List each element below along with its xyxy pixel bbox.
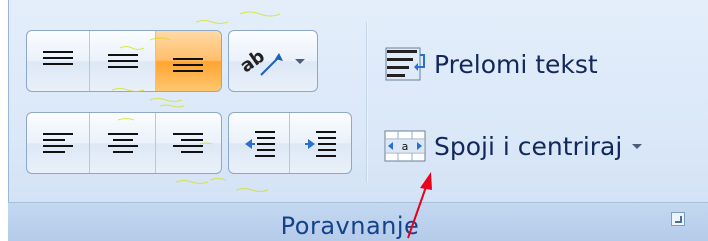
- annotation-arrow: [407, 172, 432, 239]
